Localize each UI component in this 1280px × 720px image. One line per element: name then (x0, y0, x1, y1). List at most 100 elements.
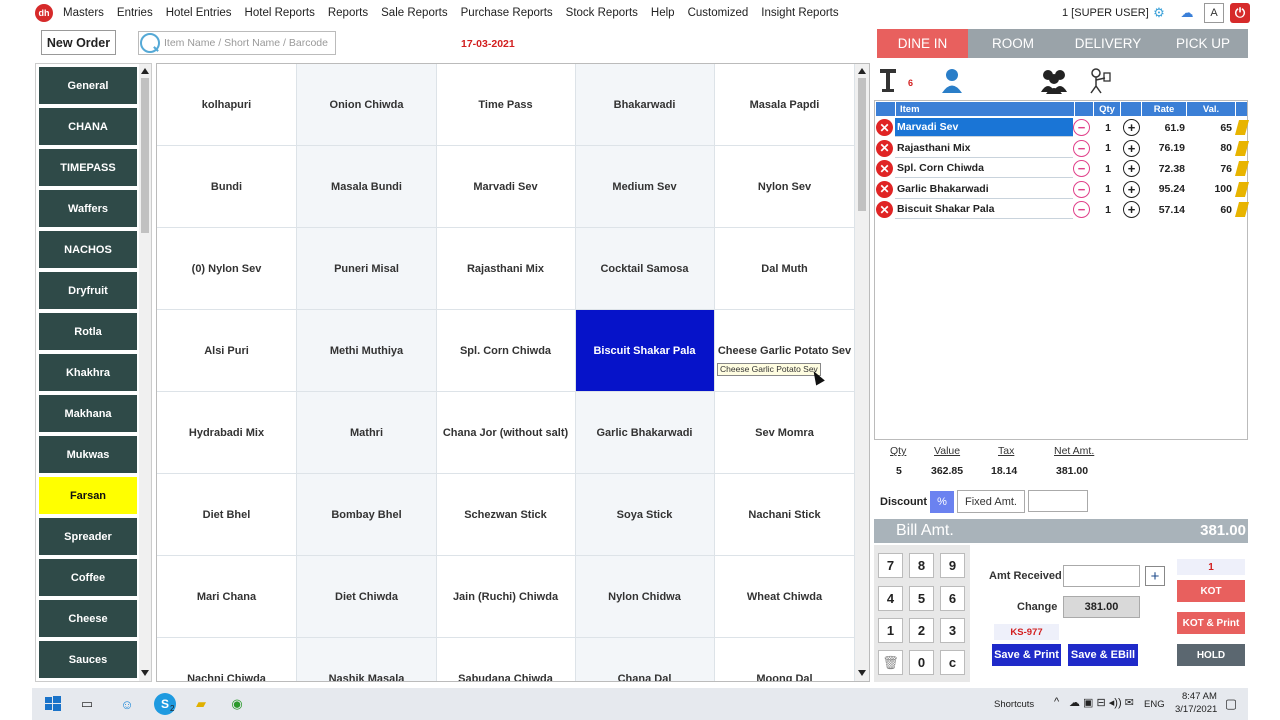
task-view-icon[interactable]: ▭ (76, 693, 98, 715)
numpad-key[interactable]: 5 (909, 586, 934, 611)
scroll-up-arrow-icon[interactable] (858, 68, 866, 74)
category-farsan[interactable]: Farsan (39, 477, 137, 514)
product-tile[interactable]: Marvadi Sev (436, 146, 576, 228)
product-tile[interactable]: Masala Bundi (297, 146, 437, 228)
new-order-button[interactable]: New Order (41, 30, 116, 55)
notifications-icon[interactable]: ▢ (1220, 693, 1242, 715)
numpad-key[interactable]: 4 (878, 586, 903, 611)
product-tile[interactable]: Moong Dal (715, 638, 855, 681)
menu-reports[interactable]: Reports (328, 7, 368, 19)
chrome-icon[interactable]: ◉ (226, 693, 248, 715)
increase-qty-icon[interactable]: + (1123, 160, 1140, 177)
category-mukwas[interactable]: Mukwas (39, 436, 137, 473)
language-indicator[interactable]: ENG (1144, 699, 1165, 710)
product-tile[interactable]: Methi Muthiya (297, 310, 437, 392)
scroll-down-arrow-icon[interactable] (141, 670, 149, 676)
scroll-up-arrow-icon[interactable] (141, 68, 149, 74)
tab-delivery[interactable]: DELIVERY (1058, 29, 1158, 58)
decrease-qty-icon[interactable]: − (1073, 139, 1090, 157)
file-explorer-icon[interactable]: ▰ (190, 693, 212, 715)
delivery-person-icon[interactable] (1087, 68, 1113, 94)
font-size-button[interactable]: A (1204, 3, 1224, 23)
product-tile[interactable]: Nashik Masala (297, 638, 437, 681)
numpad-key[interactable]: 1 (878, 618, 903, 643)
customers-icon[interactable] (1040, 68, 1068, 94)
menu-purchase-reports[interactable]: Purchase Reports (461, 7, 553, 19)
category-waffers[interactable]: Waffers (39, 190, 137, 227)
tray-chevron-icon[interactable]: ^ (1054, 696, 1059, 708)
edit-pencil-icon[interactable] (1234, 202, 1250, 217)
numpad-key[interactable]: 8 (909, 553, 934, 578)
product-tile[interactable]: Sev Momra (715, 392, 855, 474)
product-tile[interactable]: Hydrabadi Mix (157, 392, 297, 474)
category-general[interactable]: General (39, 67, 137, 104)
order-row[interactable]: ✕ Garlic Bhakarwadi − 1 +95.24 100 (875, 179, 1250, 200)
edit-pencil-icon[interactable] (1234, 161, 1250, 176)
edit-pencil-icon[interactable] (1234, 120, 1250, 135)
people-icon[interactable]: ☺ (116, 693, 138, 715)
category-khakhra[interactable]: Khakhra (39, 354, 137, 391)
product-tile[interactable]: Diet Bhel (157, 474, 297, 556)
menu-insight-reports[interactable]: Insight Reports (761, 7, 838, 19)
numpad-key[interactable]: 6 (940, 586, 965, 611)
product-tile[interactable]: kolhapuri (157, 64, 297, 146)
save-print-button[interactable]: Save & Print (992, 644, 1061, 666)
decrease-qty-icon[interactable]: − (1073, 201, 1090, 218)
decrease-qty-icon[interactable]: − (1073, 160, 1090, 177)
order-row[interactable]: ✕ Marvadi Sev − 1 +61.9 65 (875, 117, 1250, 138)
product-tile[interactable]: Garlic Bhakarwadi (575, 392, 715, 474)
scroll-thumb[interactable] (141, 78, 149, 233)
category-dryfruit[interactable]: Dryfruit (39, 272, 137, 309)
order-row[interactable]: ✕ Biscuit Shakar Pala − 1 +57.14 60 (875, 199, 1250, 220)
product-tile[interactable]: Nachani Stick (715, 474, 855, 556)
product-tile[interactable]: Dal Muth (715, 228, 855, 310)
menu-sale-reports[interactable]: Sale Reports (381, 7, 447, 19)
product-tile[interactable]: Bombay Bhel (297, 474, 437, 556)
product-tile[interactable]: Chana Jor (without salt) (436, 392, 576, 474)
category-nachos[interactable]: NACHOS (39, 231, 137, 268)
menu-masters[interactable]: Masters (63, 7, 104, 19)
product-tile[interactable]: Soya Stick (575, 474, 715, 556)
decrease-qty-icon[interactable]: − (1073, 119, 1090, 136)
product-tile[interactable]: Diet Chiwda (297, 556, 437, 638)
category-coffee[interactable]: Coffee (39, 559, 137, 596)
kot-print-button[interactable]: KOT & Print (1177, 612, 1245, 634)
kot-button[interactable]: KOT (1177, 580, 1245, 602)
cloud-icon[interactable]: ☁ (1177, 3, 1197, 23)
product-tile[interactable]: Chana Dal (575, 638, 715, 681)
product-tile[interactable]: Cocktail Samosa (575, 228, 715, 310)
order-row[interactable]: ✕ Spl. Corn Chiwda − 1 +72.38 76 (875, 158, 1250, 179)
product-tile[interactable]: Mari Chana (157, 556, 297, 638)
remove-item-icon[interactable]: ✕ (876, 180, 893, 198)
numpad-delete-icon[interactable]: 🗑 (878, 650, 903, 675)
gears-icon[interactable]: ⚙ (1149, 3, 1169, 23)
product-tile[interactable]: Jain (Ruchi) Chiwda (436, 556, 576, 638)
menu-hotel-entries[interactable]: Hotel Entries (166, 7, 232, 19)
increase-qty-icon[interactable]: + (1123, 139, 1140, 157)
remove-item-icon[interactable]: ✕ (876, 139, 893, 157)
tab-dine-in[interactable]: DINE IN (877, 29, 968, 58)
increase-qty-icon[interactable]: + (1123, 119, 1140, 136)
menu-entries[interactable]: Entries (117, 7, 153, 19)
add-payment-button[interactable]: + (1145, 566, 1165, 586)
remove-item-icon[interactable]: ✕ (876, 160, 893, 177)
product-tile[interactable]: Spl. Corn Chiwda (436, 310, 576, 392)
category-spreader[interactable]: Spreader (39, 518, 137, 555)
category-timepass[interactable]: TIMEPASS (39, 149, 137, 186)
hold-button[interactable]: HOLD (1177, 644, 1245, 666)
product-tile[interactable]: Nylon Chidwa (575, 556, 715, 638)
product-tile[interactable]: Nylon Sev (715, 146, 855, 228)
product-tile[interactable]: (0) Nylon Sev (157, 228, 297, 310)
product-tile[interactable]: Cheese Garlic Potato Sev (715, 310, 855, 392)
increase-qty-icon[interactable]: + (1123, 201, 1140, 218)
numpad-key[interactable]: 9 (940, 553, 965, 578)
category-chana[interactable]: CHANA (39, 108, 137, 145)
waiter-icon[interactable] (941, 68, 965, 94)
product-tile[interactable]: Onion Chiwda (297, 64, 437, 146)
discount-input[interactable] (1028, 490, 1088, 512)
table-icon[interactable] (879, 67, 897, 95)
power-icon[interactable]: ⏻ (1230, 3, 1250, 23)
numpad-key[interactable]: 2 (909, 618, 934, 643)
product-tile[interactable]: Schezwan Stick (436, 474, 576, 556)
product-tile[interactable]: Puneri Misal (297, 228, 437, 310)
